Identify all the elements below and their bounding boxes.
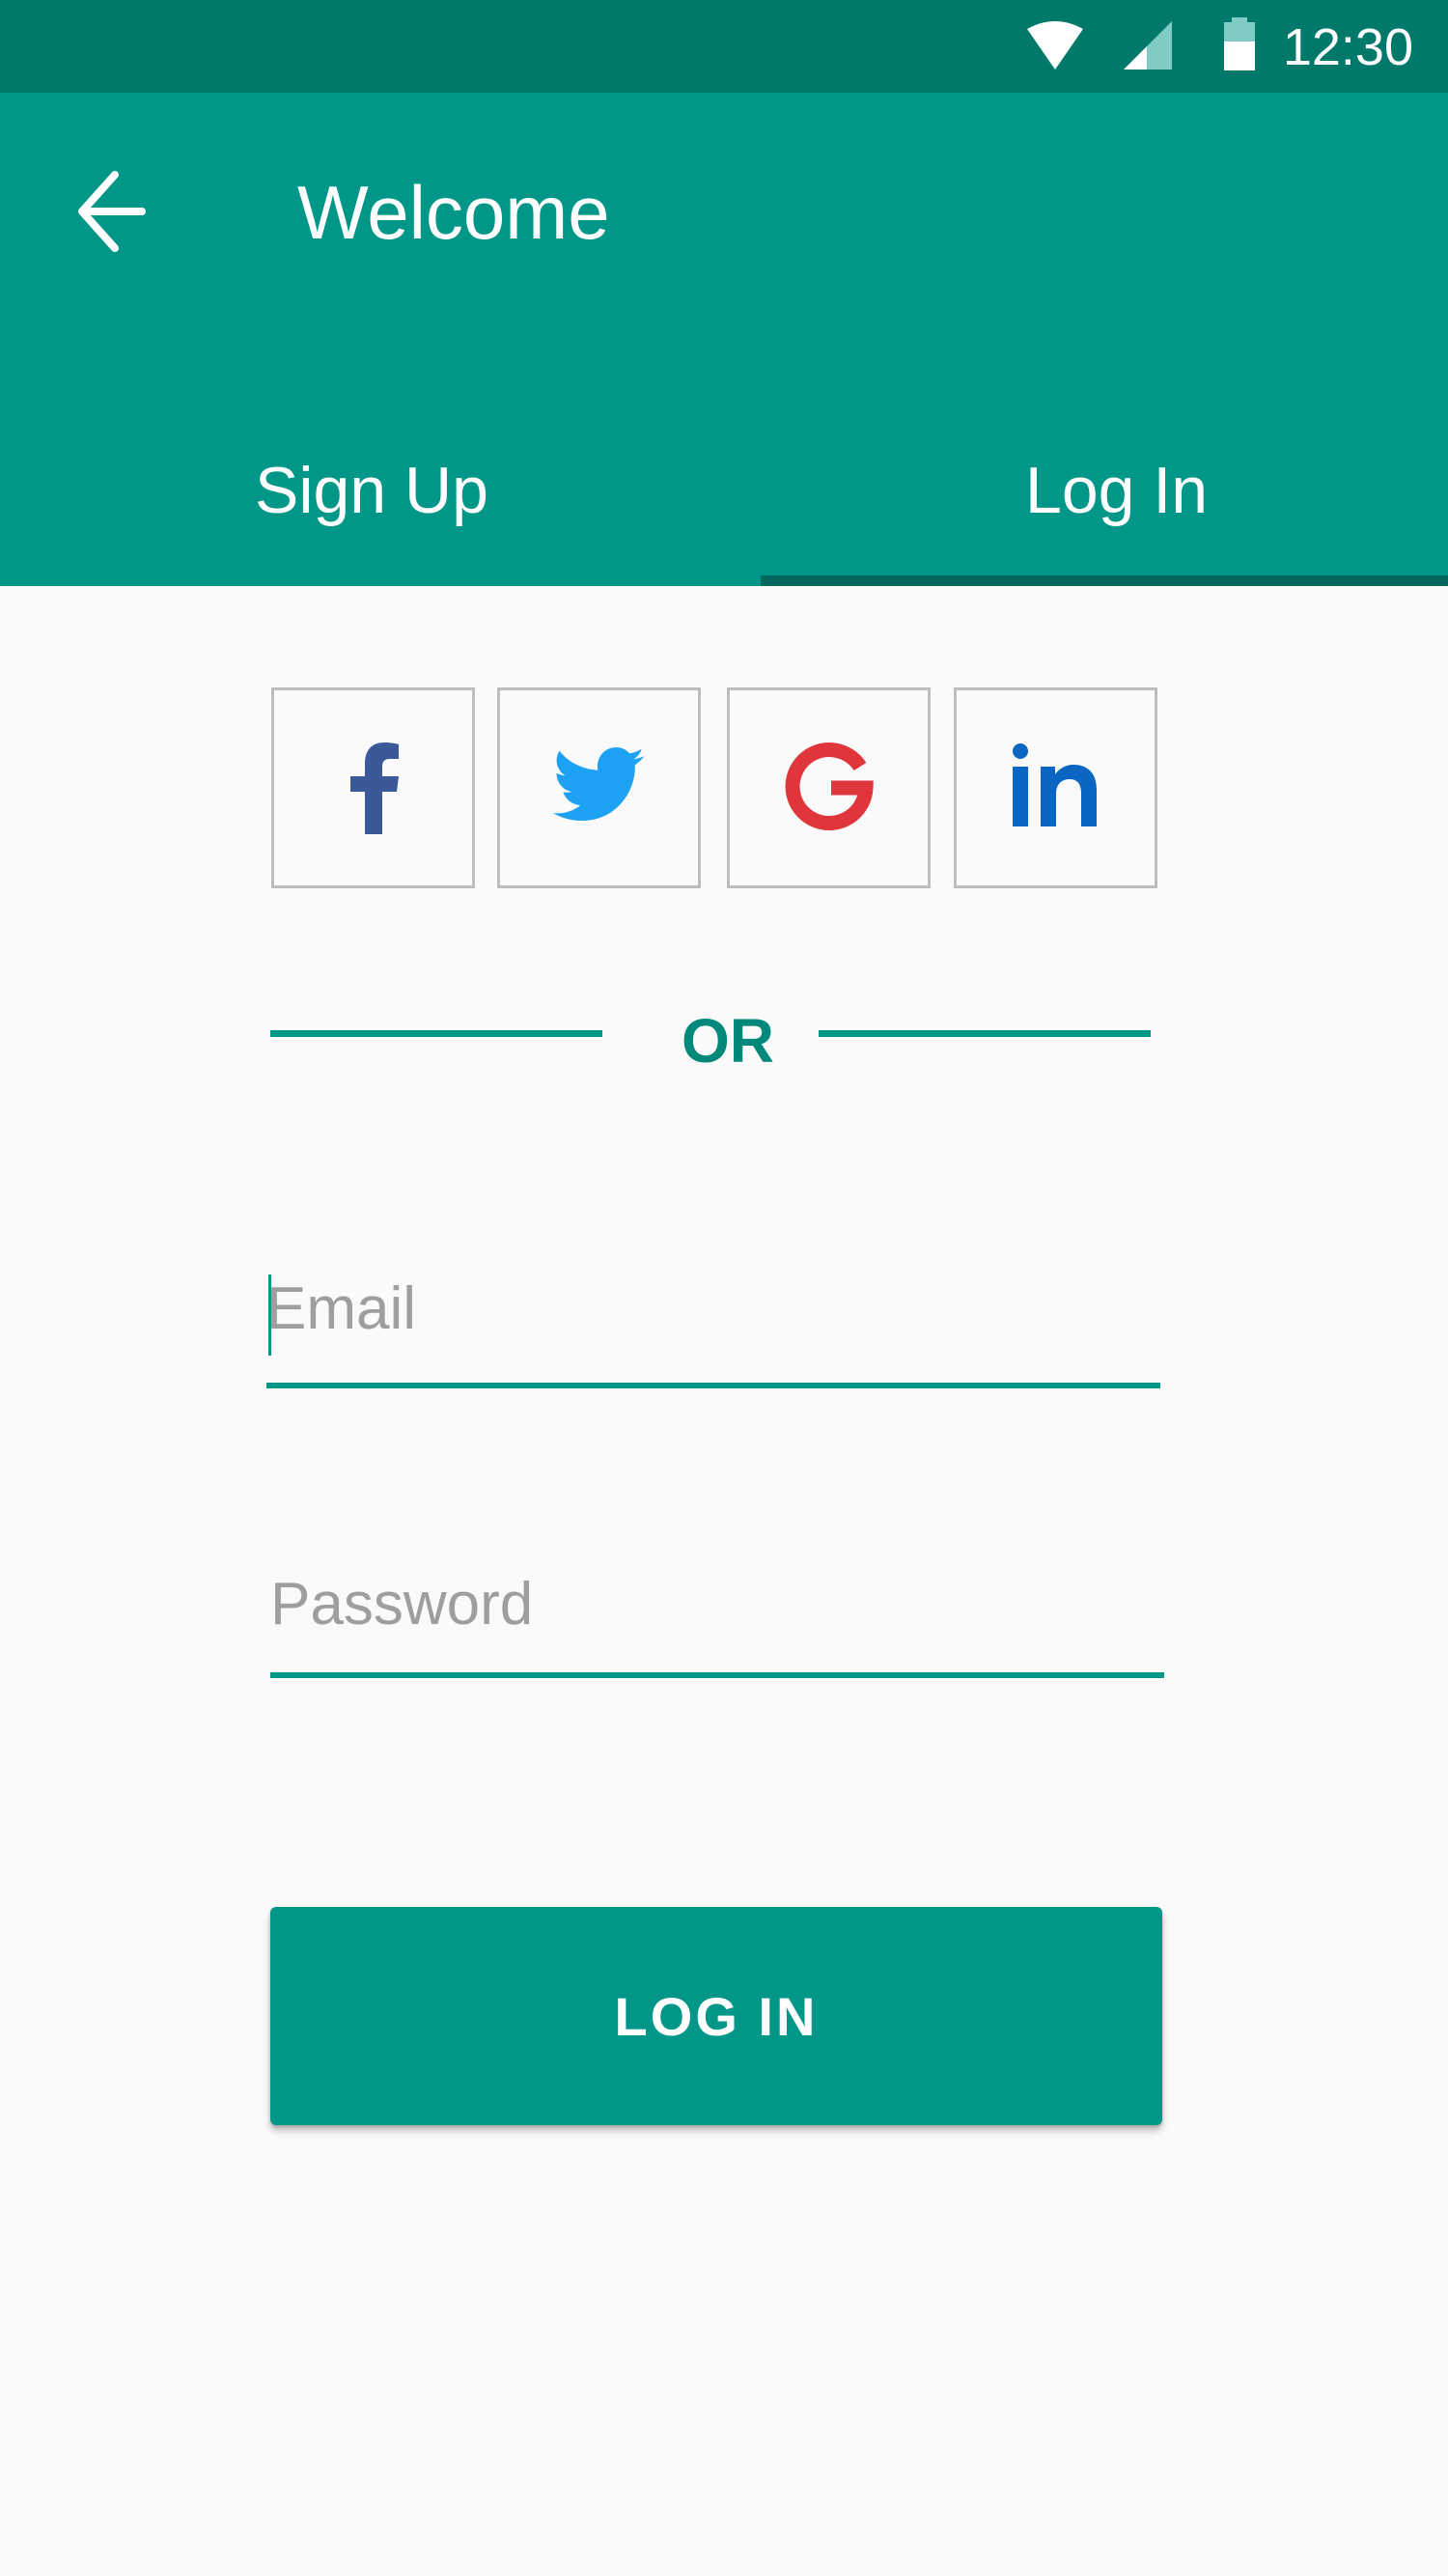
divider-line-left [270,1030,602,1037]
status-bar: 12:30 [0,0,1448,93]
back-button[interactable] [58,160,164,266]
app-bar: Welcome Sign Up Log In [0,93,1448,586]
tab-indicator [761,575,1448,586]
status-time: 12:30 [1282,18,1413,76]
email-field-container [266,1255,1160,1390]
email-field[interactable] [266,1255,1160,1361]
facebook-login-button[interactable] [271,687,475,888]
battery-icon [1222,17,1257,71]
twitter-login-button[interactable] [497,687,701,888]
tab-sign-up-label: Sign Up [255,454,488,527]
email-underline [266,1383,1160,1388]
tab-sign-up[interactable]: Sign Up [0,363,724,586]
google-login-button[interactable] [727,687,931,888]
google-icon [783,740,876,837]
login-button[interactable]: LOG IN [270,1907,1162,2125]
password-field-container [270,1551,1164,1686]
text-cursor [268,1274,271,1356]
login-screen: 12:30 Welcome Sign Up Log In OR Email LO… [0,0,1448,2576]
signal-icon [1124,21,1172,70]
linkedin-icon [1012,742,1100,833]
login-button-label: LOG IN [614,1985,819,2047]
linkedin-login-button[interactable] [954,687,1157,888]
wifi-icon [1027,21,1083,71]
facebook-icon [345,738,403,839]
tab-log-in-label: Log In [1025,454,1209,527]
page-title: Welcome [297,170,610,255]
twitter-icon [552,746,646,829]
divider-line-right [819,1030,1151,1037]
arrow-back-icon [76,170,146,257]
tab-log-in[interactable]: Log In [724,363,1448,586]
password-underline [270,1672,1164,1678]
divider-label: OR [682,1006,774,1076]
password-field[interactable] [270,1551,1164,1657]
